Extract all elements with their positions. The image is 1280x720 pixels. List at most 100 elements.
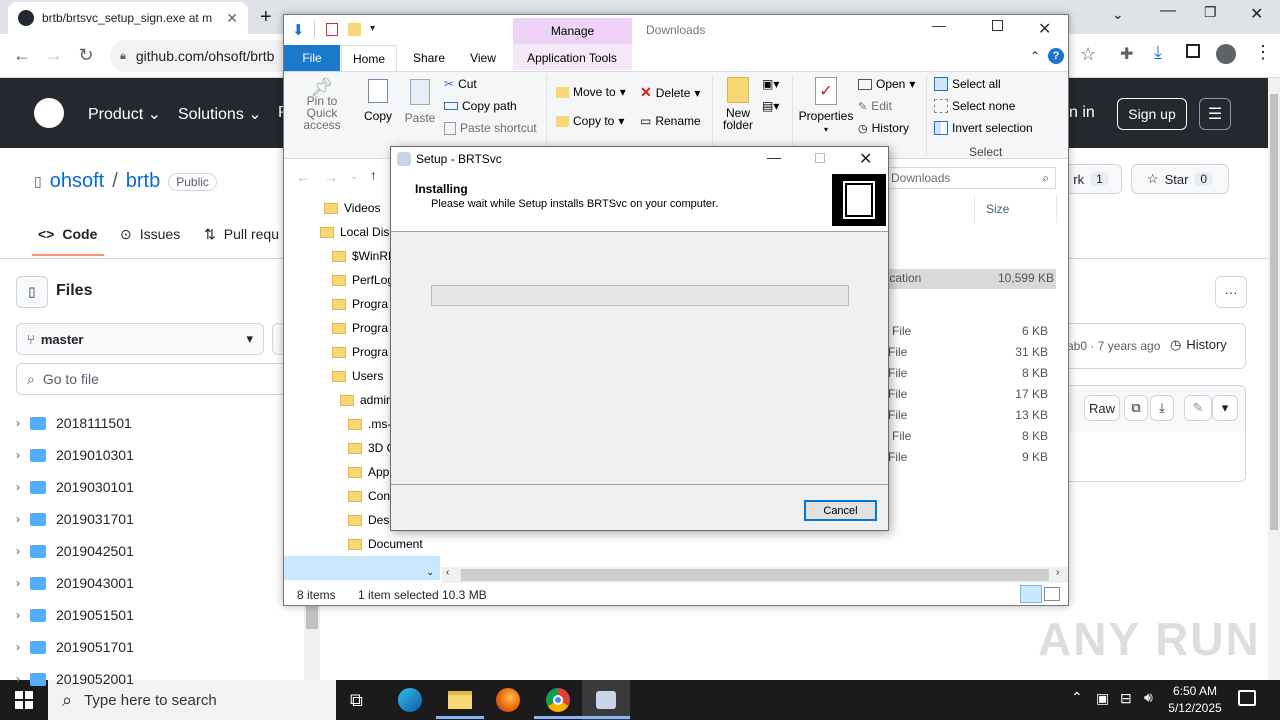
- nav-tree-item[interactable]: Progra: [332, 292, 388, 316]
- file-type[interactable]: File: [888, 450, 907, 464]
- nav-back-icon[interactable]: ←: [296, 169, 310, 185]
- edit-dropdown-icon[interactable]: ▾: [1212, 395, 1238, 421]
- edge-icon[interactable]: [398, 688, 422, 712]
- nav-product[interactable]: Product ⌄: [88, 104, 161, 124]
- paste-shortcut-button[interactable]: Paste shortcut: [444, 121, 537, 135]
- select-none-button[interactable]: Select none: [934, 99, 1015, 113]
- nav-tree-item[interactable]: .ms-: [348, 412, 391, 436]
- new-tab-button[interactable]: +: [260, 6, 272, 29]
- easy-access-icon[interactable]: ▤▾: [762, 99, 779, 113]
- setup-taskbar-icon[interactable]: [582, 680, 630, 720]
- extensions-icon[interactable]: ✚: [1120, 44, 1133, 64]
- nav-tree-item[interactable]: Local Dis: [320, 220, 389, 244]
- ethernet-icon[interactable]: ⊟: [1120, 690, 1132, 707]
- browser-tab[interactable]: brtb/brtsvc_setup_sign.exe at m ✕: [8, 2, 248, 34]
- download-icon[interactable]: ⤓: [1150, 395, 1174, 421]
- repo-tab-pulls[interactable]: ⇅ Pull requ: [204, 226, 279, 243]
- nav-scroll-down-icon[interactable]: ⌄: [426, 567, 434, 578]
- hamburger-menu-icon[interactable]: ☰: [1199, 98, 1231, 130]
- nav-tree-item[interactable]: App: [348, 460, 389, 484]
- maximize-icon[interactable]: [992, 20, 1003, 31]
- repo-name-link[interactable]: brtb: [126, 170, 160, 193]
- recent-locations-icon[interactable]: ⌄: [350, 171, 358, 182]
- nav-tree-item[interactable]: Document: [348, 532, 423, 556]
- tab-file[interactable]: File: [284, 45, 340, 71]
- star-button[interactable]: ☆ Star 0: [1131, 164, 1229, 194]
- pin-quick-access-button[interactable]: 📌︎ Pin to Quick access: [290, 78, 354, 131]
- nav-tree-item[interactable]: admin: [340, 388, 393, 412]
- copy-button[interactable]: Copy: [362, 79, 394, 123]
- url-field[interactable]: 🔒︎ github.com/ohsoft/brtb: [110, 40, 310, 72]
- file-type[interactable]: File: [888, 345, 907, 359]
- file-type[interactable]: File: [888, 366, 907, 380]
- restore-browser-icon[interactable]: ❐: [1204, 4, 1217, 21]
- fork-button[interactable]: rk 1: [1060, 164, 1122, 194]
- new-item-icon[interactable]: ▣▾: [762, 77, 779, 91]
- repo-owner-link[interactable]: ohsoft: [50, 170, 104, 193]
- edit-button[interactable]: ✎ Edit: [858, 99, 892, 113]
- nav-tree-item[interactable]: 3D O: [348, 436, 396, 460]
- repo-tab-code[interactable]: <> Code: [38, 226, 97, 242]
- qat-dropdown-icon[interactable]: ▾: [370, 23, 375, 34]
- collapse-ribbon-icon[interactable]: ⌃: [1030, 49, 1040, 63]
- tab-share[interactable]: Share: [404, 45, 454, 71]
- qat-folder-icon[interactable]: [348, 23, 361, 36]
- edit-icon[interactable]: ✎: [1184, 395, 1212, 421]
- nav-forward-icon[interactable]: →: [324, 169, 338, 185]
- tab-application-tools[interactable]: Application Tools: [516, 45, 628, 71]
- close-browser-icon[interactable]: ✕: [1250, 4, 1263, 24]
- tab-view[interactable]: View: [460, 45, 506, 71]
- properties-button[interactable]: ✓ Properties ▾: [798, 77, 854, 134]
- github-logo-icon[interactable]: [34, 98, 64, 128]
- commit-info[interactable]: ab0 · 7 years ago: [1067, 339, 1160, 353]
- qat-down-icon[interactable]: ⬇: [292, 21, 305, 39]
- network-icon[interactable]: ▣: [1096, 690, 1109, 707]
- cut-button[interactable]: ✂ Cut: [444, 77, 477, 91]
- notifications-icon[interactable]: [1238, 690, 1256, 706]
- folder-row[interactable]: › 2019043001: [16, 567, 286, 599]
- collapse-files-icon[interactable]: ▯: [16, 276, 48, 308]
- file-explorer-taskbar-icon[interactable]: [448, 691, 472, 709]
- large-icons-view-icon[interactable]: [1044, 587, 1060, 601]
- history-button[interactable]: ◷ History: [858, 121, 909, 135]
- nav-tree-item[interactable]: PerfLog: [332, 268, 394, 292]
- nav-tree-item[interactable]: Videos: [324, 196, 380, 220]
- file-type[interactable]: File: [888, 387, 907, 401]
- move-to-button[interactable]: Move to ▾: [556, 85, 626, 99]
- open-button[interactable]: Open ▾: [858, 77, 915, 91]
- downloads-icon[interactable]: ⤓: [1154, 42, 1162, 63]
- column-size-header[interactable]: Size: [986, 202, 1009, 216]
- sidepanel-icon[interactable]: [1186, 44, 1200, 58]
- nav-tree-item[interactable]: Desk: [348, 508, 395, 532]
- file-type[interactable]: lication: [884, 271, 921, 285]
- copy-icon[interactable]: ⧉: [1124, 395, 1148, 421]
- file-type[interactable]: File: [892, 324, 911, 338]
- nav-tree-item[interactable]: Progra: [332, 316, 388, 340]
- history-link[interactable]: ◷ History: [1170, 337, 1227, 353]
- nav-up-icon[interactable]: ↑: [370, 167, 377, 183]
- close-tab-icon[interactable]: ✕: [226, 10, 238, 27]
- folder-row[interactable]: › 2019042501: [16, 535, 286, 567]
- back-icon[interactable]: ←: [8, 41, 36, 69]
- nav-tree-item[interactable]: Progra: [332, 340, 388, 364]
- bookmark-star-icon[interactable]: ☆: [1080, 44, 1096, 65]
- clock[interactable]: 6:50 AM 5/12/2025: [1166, 683, 1224, 717]
- minimize-browser-icon[interactable]: —: [1160, 2, 1176, 20]
- details-view-icon[interactable]: [1020, 585, 1042, 603]
- folder-row[interactable]: › 2019051501: [16, 599, 286, 631]
- close-icon[interactable]: ✕: [1038, 19, 1051, 39]
- volume-icon[interactable]: 🔊︎: [1144, 689, 1153, 706]
- search-box[interactable]: ch Downloads ⌕: [868, 167, 1056, 189]
- profile-icon[interactable]: [1216, 44, 1236, 64]
- nav-solutions[interactable]: Solutions ⌄: [178, 104, 262, 124]
- select-all-button[interactable]: Select all: [934, 77, 1001, 91]
- rename-button[interactable]: ▭ Rename: [640, 114, 701, 128]
- raw-button[interactable]: Raw: [1084, 395, 1120, 421]
- copy-path-button[interactable]: Copy path: [444, 99, 517, 113]
- setup-close-icon[interactable]: ✕: [859, 149, 872, 169]
- nav-tree-item[interactable]: Con: [348, 484, 390, 508]
- reload-icon[interactable]: ↻: [72, 41, 100, 69]
- tab-home[interactable]: Home: [341, 45, 397, 71]
- new-folder-button[interactable]: New folder: [718, 77, 758, 131]
- firefox-icon[interactable]: [496, 688, 520, 712]
